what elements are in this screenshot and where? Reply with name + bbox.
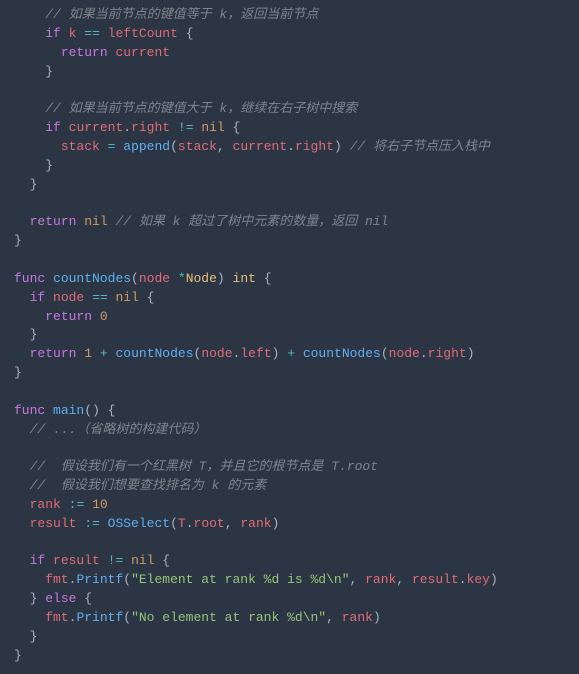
code-line: fmt.Printf("Element at rank %d is %d\n",…	[0, 571, 579, 590]
comment: // 将右子节点压入栈中	[350, 139, 490, 154]
code-line: return 0	[0, 308, 579, 327]
comment: // 假设我们想要查找排名为 k 的元素	[30, 478, 267, 493]
code-line: if node == nil {	[0, 289, 579, 308]
code-line: // 如果当前节点的键值大于 k，继续在右子树中搜索	[0, 100, 579, 119]
comment: // 如果 k 超过了树中元素的数量，返回 nil	[115, 214, 388, 229]
comment: // ...（省略树的构建代码）	[30, 422, 207, 437]
code-line	[0, 439, 579, 458]
code-line: }	[0, 647, 579, 666]
comment: // 如果当前节点的键值大于 k，继续在右子树中搜索	[45, 101, 357, 116]
code-line	[0, 81, 579, 100]
code-line: func main() {	[0, 402, 579, 421]
code-line: }	[0, 628, 579, 647]
code-line: return nil // 如果 k 超过了树中元素的数量，返回 nil	[0, 213, 579, 232]
code-line: return 1 + countNodes(node.left) + count…	[0, 345, 579, 364]
code-line: fmt.Printf("No element at rank %d\n", ra…	[0, 609, 579, 628]
code-line: }	[0, 364, 579, 383]
code-line: rank := 10	[0, 496, 579, 515]
code-line	[0, 534, 579, 553]
code-line: if result != nil {	[0, 552, 579, 571]
code-line	[0, 194, 579, 213]
code-line: }	[0, 63, 579, 82]
code-line: } else {	[0, 590, 579, 609]
comment: // 如果当前节点的键值等于 k，返回当前节点	[45, 7, 318, 22]
code-line: }	[0, 176, 579, 195]
code-line: // 假设我们有一个红黑树 T，并且它的根节点是 T.root	[0, 458, 579, 477]
code-block: // 如果当前节点的键值等于 k，返回当前节点 if k == leftCoun…	[0, 6, 579, 666]
code-line: if current.right != nil {	[0, 119, 579, 138]
code-line: }	[0, 232, 579, 251]
code-line: // 假设我们想要查找排名为 k 的元素	[0, 477, 579, 496]
code-line: }	[0, 157, 579, 176]
code-line: // 如果当前节点的键值等于 k，返回当前节点	[0, 6, 579, 25]
code-line: result := OSSelect(T.root, rank)	[0, 515, 579, 534]
code-line: func countNodes(node *Node) int {	[0, 270, 579, 289]
code-line: stack = append(stack, current.right) // …	[0, 138, 579, 157]
code-line: // ...（省略树的构建代码）	[0, 421, 579, 440]
code-line	[0, 383, 579, 402]
code-line	[0, 251, 579, 270]
comment: // 假设我们有一个红黑树 T，并且它的根节点是 T.root	[30, 459, 378, 474]
code-line: if k == leftCount {	[0, 25, 579, 44]
code-line: return current	[0, 44, 579, 63]
code-line: }	[0, 326, 579, 345]
